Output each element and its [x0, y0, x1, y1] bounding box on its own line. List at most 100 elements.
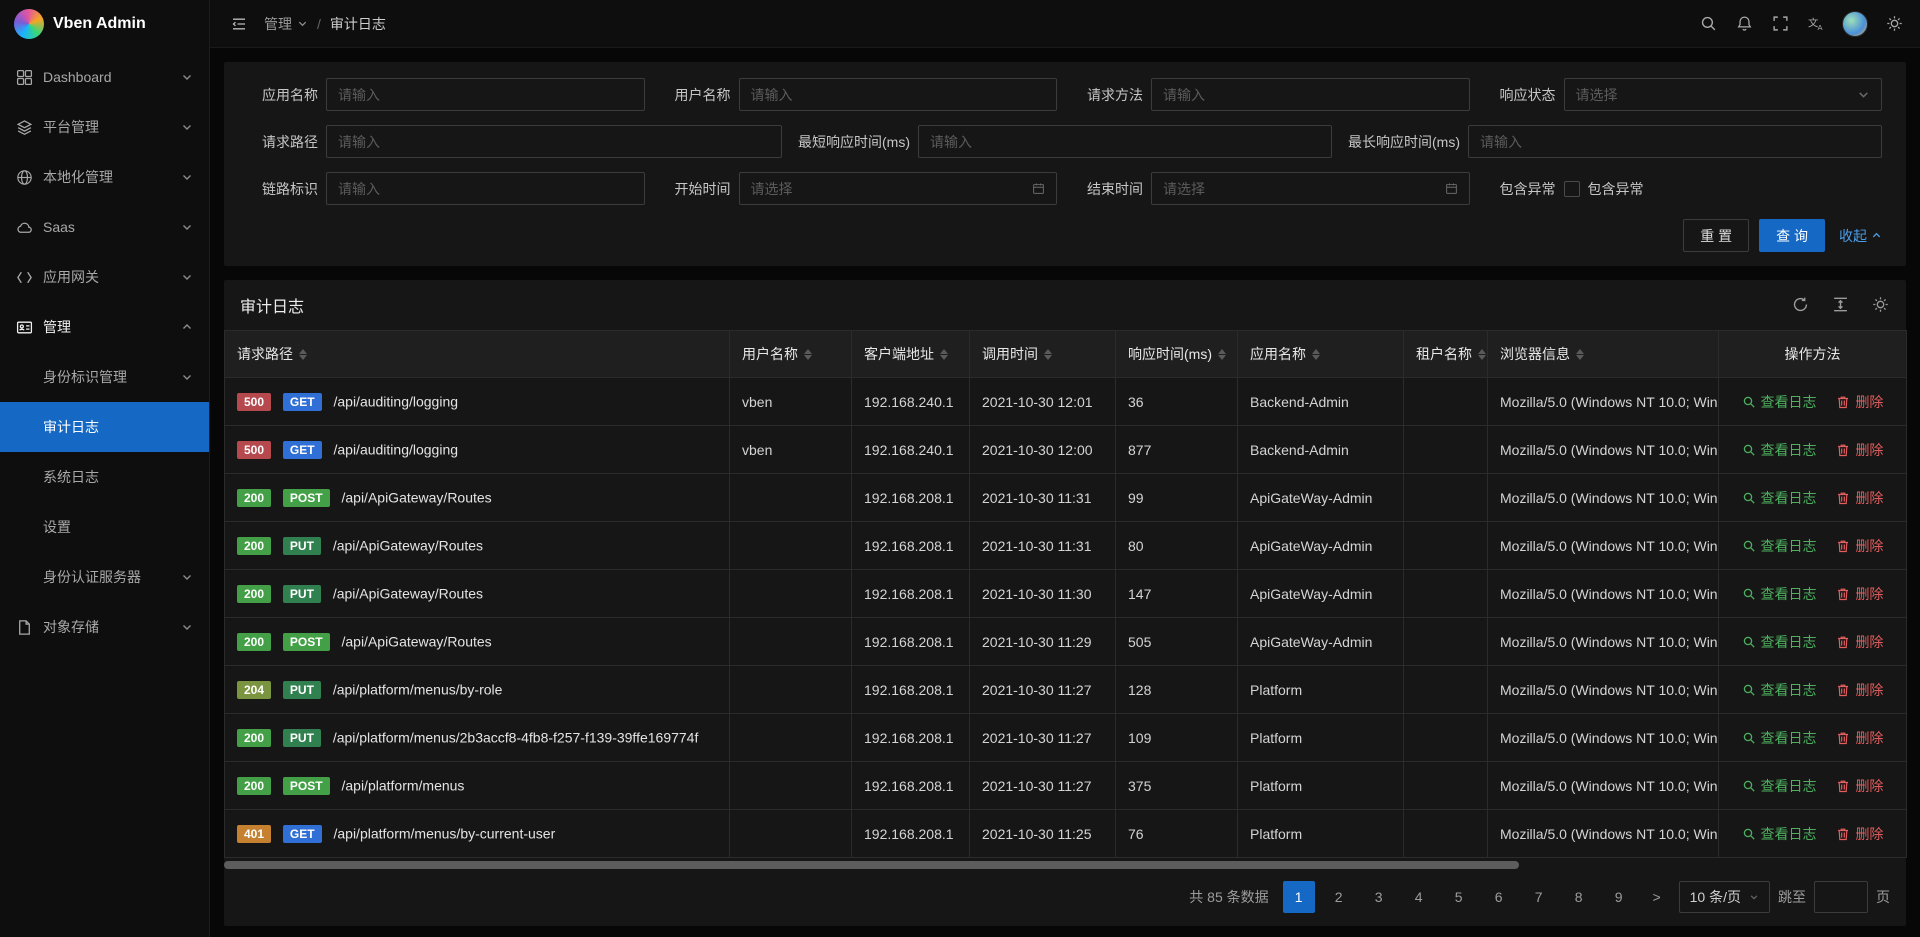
delete-button[interactable]: 删除	[1836, 776, 1883, 796]
sidebar-item-saas[interactable]: Saas	[0, 202, 209, 252]
menu-fold-button[interactable]	[224, 0, 254, 48]
delete-button[interactable]: 删除	[1836, 536, 1883, 556]
view-log-button[interactable]: 查看日志	[1742, 440, 1817, 460]
collapse-link[interactable]: 收起	[1839, 226, 1882, 246]
search-button[interactable]	[1690, 0, 1726, 48]
delete-button[interactable]: 删除	[1836, 728, 1883, 748]
sidebar-item-platform-management[interactable]: 平台管理	[0, 102, 209, 152]
col-header-user-name[interactable]: 用户名称	[730, 331, 852, 378]
view-log-button[interactable]: 查看日志	[1742, 680, 1817, 700]
sidebar-item-identity-management[interactable]: 身份标识管理	[0, 352, 209, 402]
page-button-8[interactable]: 8	[1563, 881, 1595, 913]
reload-button[interactable]	[1792, 296, 1810, 314]
column-height-icon	[1832, 296, 1849, 313]
page-size-select[interactable]: 10 条/页	[1679, 881, 1770, 913]
page-jump-input[interactable]	[1814, 881, 1868, 913]
app-name-cell: ApiGateWay-Admin	[1238, 618, 1404, 666]
view-log-button[interactable]: 查看日志	[1742, 392, 1817, 412]
page-button-4[interactable]: 4	[1403, 881, 1435, 913]
page-button-1[interactable]: 1	[1283, 881, 1315, 913]
notification-button[interactable]	[1726, 0, 1762, 48]
column-height-button[interactable]	[1832, 296, 1850, 314]
sidebar-item-object-storage[interactable]: 对象存储	[0, 602, 209, 652]
view-log-button[interactable]: 查看日志	[1742, 632, 1817, 652]
field-label: 开始时间	[661, 179, 731, 199]
delete-button[interactable]: 删除	[1836, 680, 1883, 700]
page-button-7[interactable]: 7	[1523, 881, 1555, 913]
chevron-down-icon	[181, 371, 193, 383]
delete-button[interactable]: 删除	[1836, 824, 1883, 844]
view-log-button[interactable]: 查看日志	[1742, 776, 1817, 796]
trace-id-input[interactable]	[326, 172, 645, 205]
filter-user-name: 用户名称	[653, 78, 1066, 111]
col-header-response-time[interactable]: 响应时间(ms)	[1116, 331, 1238, 378]
scrollbar-thumb[interactable]	[224, 861, 1519, 869]
max-response-time-input[interactable]	[1468, 125, 1882, 158]
delete-button[interactable]: 删除	[1836, 584, 1883, 604]
avatar[interactable]	[1842, 11, 1868, 37]
pagination-pages: 123456789	[1283, 881, 1635, 913]
request-path: /api/auditing/logging	[333, 442, 458, 458]
delete-button[interactable]: 删除	[1836, 632, 1883, 652]
col-header-client-address[interactable]: 客户端地址	[852, 331, 970, 378]
search-icon	[1742, 731, 1756, 745]
min-response-time-input[interactable]	[918, 125, 1332, 158]
next-page-button[interactable]: >	[1643, 881, 1671, 913]
request-method-input[interactable]	[1151, 78, 1470, 111]
sidebar-item-system-log[interactable]: 系统日志	[0, 452, 209, 502]
topbar: 管理 / 审计日志 文A	[210, 0, 1920, 48]
sidebar-item-settings[interactable]: 设置	[0, 502, 209, 552]
include-exception-checkbox[interactable]	[1564, 181, 1580, 197]
page-button-9[interactable]: 9	[1603, 881, 1635, 913]
search-submit-button[interactable]: 查 询	[1759, 219, 1825, 252]
start-time-picker[interactable]: 请选择	[739, 172, 1058, 205]
end-time-picker[interactable]: 请选择	[1151, 172, 1470, 205]
chevron-down-icon	[181, 621, 193, 633]
app-logo[interactable]: Vben Admin	[0, 0, 209, 48]
sidebar-item-audit-log[interactable]: 审计日志	[0, 402, 209, 452]
delete-button[interactable]: 删除	[1836, 392, 1883, 412]
globe-icon	[16, 169, 33, 186]
sidebar-item-app-gateway[interactable]: 应用网关	[0, 252, 209, 302]
tenant-name-cell	[1404, 714, 1488, 762]
sidebar-item-localization-management[interactable]: 本地化管理	[0, 152, 209, 202]
view-log-button[interactable]: 查看日志	[1742, 728, 1817, 748]
calendar-icon	[1032, 182, 1045, 195]
field-label: 链路标识	[248, 179, 318, 199]
page-button-3[interactable]: 3	[1363, 881, 1395, 913]
column-settings-button[interactable]	[1872, 296, 1890, 314]
locale-button[interactable]: 文A	[1798, 0, 1834, 48]
breadcrumb-section[interactable]: 管理	[264, 14, 308, 34]
view-log-button[interactable]: 查看日志	[1742, 584, 1817, 604]
col-header-tenant-name[interactable]: 租户名称	[1404, 331, 1488, 378]
view-log-button[interactable]: 查看日志	[1742, 824, 1817, 844]
sidebar-item-dashboard[interactable]: Dashboard	[0, 52, 209, 102]
page-button-2[interactable]: 2	[1323, 881, 1355, 913]
settings-button[interactable]	[1876, 0, 1912, 48]
app-name-input[interactable]	[326, 78, 645, 111]
col-header-browser-info[interactable]: 浏览器信息	[1488, 331, 1719, 378]
reset-button[interactable]: 重 置	[1683, 219, 1749, 252]
sidebar-item-identity-server[interactable]: 身份认证服务器	[0, 552, 209, 602]
filter-response-status: 响应状态 请选择	[1478, 78, 1891, 111]
view-log-button[interactable]: 查看日志	[1742, 488, 1817, 508]
table-body: 500 GET /api/auditing/logging vben 192.1…	[225, 378, 1907, 858]
chevron-down-icon	[297, 18, 308, 29]
page-button-5[interactable]: 5	[1443, 881, 1475, 913]
view-log-button[interactable]: 查看日志	[1742, 536, 1817, 556]
col-header-request-path[interactable]: 请求路径	[225, 331, 730, 378]
delete-button[interactable]: 删除	[1836, 440, 1883, 460]
request-path: /api/platform/menus/2b3accf8-4fb8-f257-f…	[333, 730, 699, 746]
call-time-cell: 2021-10-30 11:30	[970, 570, 1116, 618]
delete-button[interactable]: 删除	[1836, 488, 1883, 508]
table-row: 200 POST /api/platform/menus 192.168.208…	[225, 762, 1907, 810]
request-path-input[interactable]	[326, 125, 782, 158]
col-header-call-time[interactable]: 调用时间	[970, 331, 1116, 378]
page-button-6[interactable]: 6	[1483, 881, 1515, 913]
table-row: 200 POST /api/ApiGateway/Routes 192.168.…	[225, 474, 1907, 522]
user-name-input[interactable]	[739, 78, 1058, 111]
response-status-select[interactable]: 请选择	[1564, 78, 1883, 111]
sidebar-item-management[interactable]: 管理	[0, 302, 209, 352]
fullscreen-button[interactable]	[1762, 0, 1798, 48]
col-header-app-name[interactable]: 应用名称	[1238, 331, 1404, 378]
